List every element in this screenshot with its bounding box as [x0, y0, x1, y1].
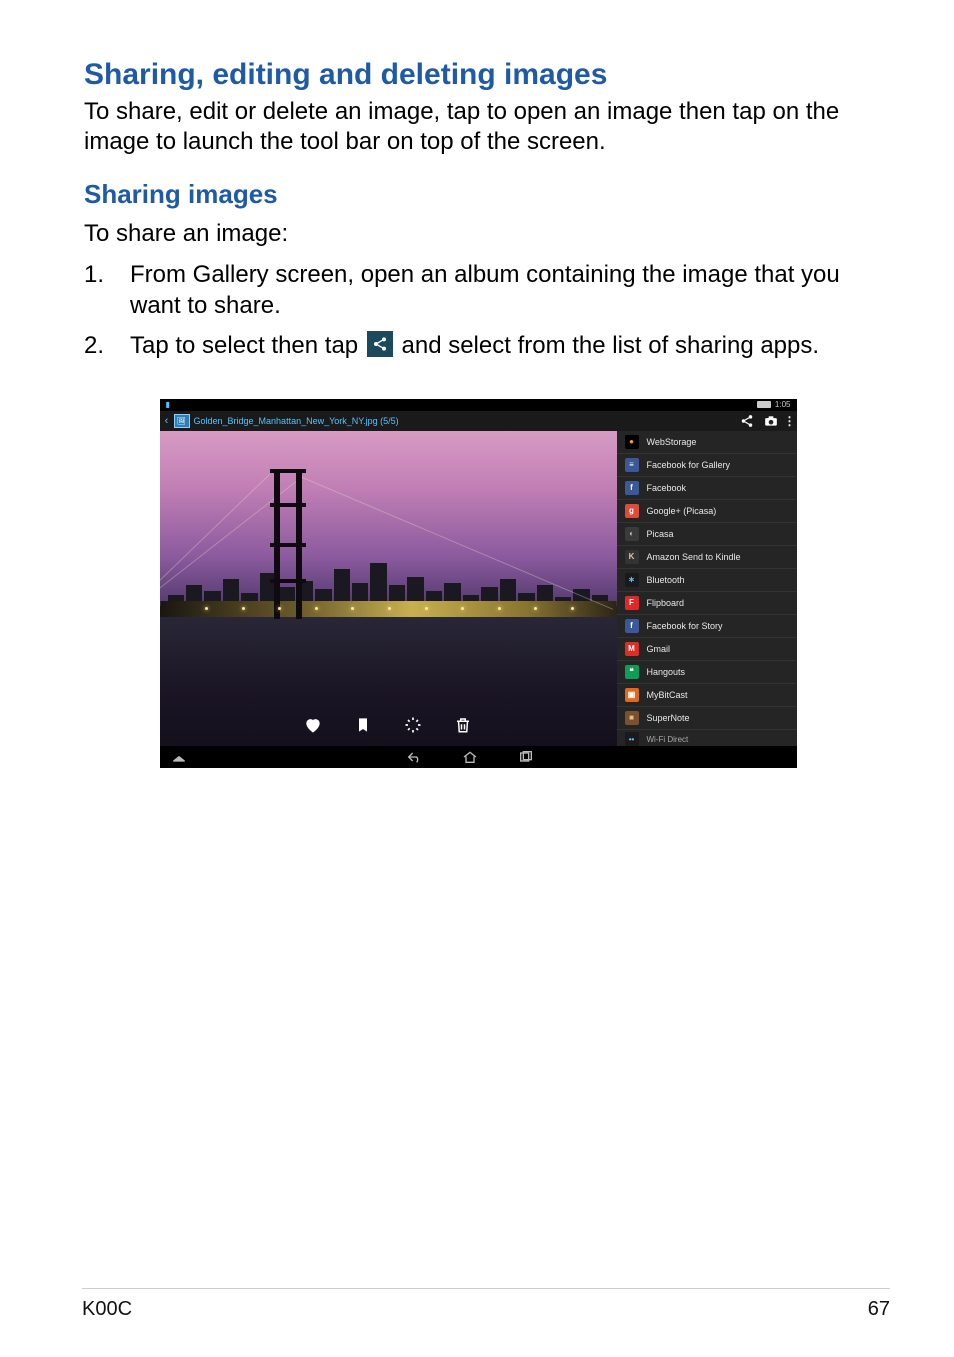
share-app-item[interactable]: M Gmail [617, 638, 797, 661]
edit-button[interactable] [402, 714, 424, 736]
share-app-label: Facebook [647, 483, 687, 493]
share-app-icon: ≡ [625, 458, 639, 472]
gallery-title[interactable]: 🖼 Golden_Bridge_Manhattan_New_York_NY.jp… [174, 411, 405, 431]
battery-icon [757, 401, 771, 408]
share-app-icon: ▣ [625, 688, 639, 702]
gallery-filename: Golden_Bridge_Manhattan_New_York_NY.jpg … [194, 416, 399, 426]
heading-sharing-editing-deleting: Sharing, editing and deleting images [84, 58, 872, 91]
share-apps-panel: ● WebStorage ≡ Facebook for Gallery f Faceboo… [617, 431, 797, 746]
share-app-label: SuperNote [647, 713, 690, 723]
gallery-thumb-icon: 🖼 [174, 414, 190, 428]
steps-list: From Gallery screen, open an album conta… [84, 259, 872, 361]
camera-button[interactable] [759, 411, 783, 431]
photo-toolbar [160, 714, 617, 736]
share-app-label: WebStorage [647, 437, 697, 447]
step-1: From Gallery screen, open an album conta… [84, 259, 872, 321]
heading-sharing-images: Sharing images [84, 179, 872, 210]
gallery-action-bar: ‹ 🖼 Golden_Bridge_Manhattan_New_York_NY.… [160, 411, 797, 431]
share-app-icon: f [625, 481, 639, 495]
share-app-label: Facebook for Story [647, 621, 723, 631]
footer-rule [82, 1288, 890, 1289]
footer-model: K00C [82, 1298, 132, 1321]
photo-viewer[interactable] [160, 431, 617, 746]
share-app-item[interactable]: ■ SuperNote [617, 707, 797, 730]
share-icon [367, 331, 393, 357]
share-app-item[interactable]: ▣ MyBitCast [617, 684, 797, 707]
share-app-label: Amazon Send to Kindle [647, 552, 741, 562]
share-app-icon: g [625, 504, 639, 518]
step-2-text-b: and select from the list of sharing apps… [395, 332, 819, 359]
share-app-label: Facebook for Gallery [647, 460, 731, 470]
home-nav-button[interactable] [462, 750, 478, 764]
share-app-item[interactable]: F Flipboard [617, 592, 797, 615]
sharing-intro: To share an image: [84, 218, 872, 249]
gallery-screenshot: ▮ 1:05 ‹ 🖼 Golden_Bridge_Manhattan_New_Y… [160, 399, 797, 768]
heading-body: To share, edit or delete an image, tap t… [84, 97, 872, 157]
share-app-icon: ∗ [625, 573, 639, 587]
share-app-item[interactable]: f Facebook for Story [617, 615, 797, 638]
share-app-item[interactable]: K Amazon Send to Kindle [617, 546, 797, 569]
share-app-label: Wi-Fi Direct [647, 735, 689, 744]
back-button[interactable]: ‹ [160, 411, 174, 431]
share-app-label: Bluetooth [647, 575, 685, 585]
share-app-label: Gmail [647, 644, 671, 654]
share-app-icon: •• [625, 732, 639, 746]
share-app-icon: M [625, 642, 639, 656]
share-app-item[interactable]: ❝ Hangouts [617, 661, 797, 684]
share-app-item[interactable]: ∗ Bluetooth [617, 569, 797, 592]
status-app-icon: ▮ [166, 400, 170, 409]
share-button[interactable] [735, 411, 759, 431]
step-2: Tap to select then tap and select from t… [84, 330, 872, 361]
back-nav-button[interactable] [406, 750, 422, 764]
bookmark-button[interactable] [352, 714, 374, 736]
share-app-item[interactable]: ≡ Facebook for Gallery [617, 454, 797, 477]
share-app-item[interactable]: ● WebStorage [617, 431, 797, 454]
share-app-item[interactable]: •• Wi-Fi Direct [617, 730, 797, 746]
share-app-icon: K [625, 550, 639, 564]
overflow-button[interactable]: ⋮ [783, 411, 797, 431]
status-bar: ▮ 1:05 [160, 399, 797, 411]
share-app-label: Flipboard [647, 598, 685, 608]
status-time: 1:05 [775, 400, 791, 409]
delete-button[interactable] [452, 714, 474, 736]
share-app-item[interactable]: f Facebook [617, 477, 797, 500]
share-app-icon: f [625, 619, 639, 633]
share-app-icon: F [625, 596, 639, 610]
step-2-text-a: Tap to select then tap [130, 332, 365, 359]
favorite-button[interactable] [302, 714, 324, 736]
share-app-label: MyBitCast [647, 690, 688, 700]
share-app-item[interactable]: g Google+ (Picasa) [617, 500, 797, 523]
recent-nav-button[interactable] [518, 750, 534, 764]
share-app-icon: ● [625, 435, 639, 449]
drawer-icon[interactable] [172, 751, 186, 763]
share-app-label: Google+ (Picasa) [647, 506, 717, 516]
share-app-icon: ◐ [625, 527, 639, 541]
share-app-label: Hangouts [647, 667, 686, 677]
footer-page: 67 [868, 1298, 890, 1321]
share-app-label: Picasa [647, 529, 674, 539]
share-app-icon: ❝ [625, 665, 639, 679]
system-nav-bar [160, 746, 797, 768]
share-app-icon: ■ [625, 711, 639, 725]
share-app-item[interactable]: ◐ Picasa [617, 523, 797, 546]
